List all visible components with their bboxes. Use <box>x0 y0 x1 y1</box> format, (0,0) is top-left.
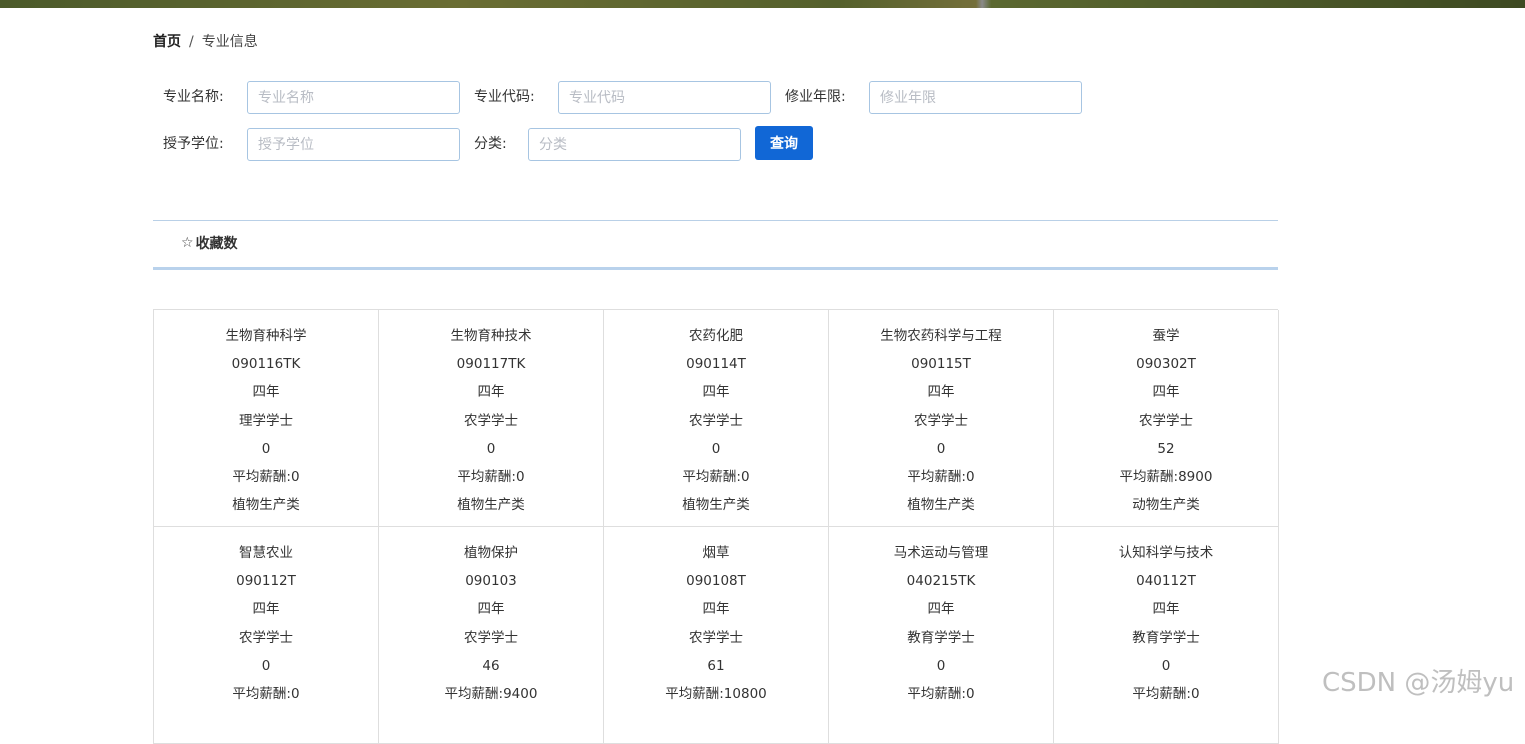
major-duration: 四年 <box>477 601 505 618</box>
major-salary: 平均薪酬:0 <box>232 686 300 703</box>
major-name: 生物育种技术 <box>450 328 532 344</box>
major-degree: 农学学士 <box>464 412 518 429</box>
major-salary: 平均薪酬:9400 <box>444 686 538 703</box>
major-favorites: 0 <box>936 657 946 674</box>
major-salary: 平均薪酬:0 <box>682 469 750 486</box>
major-degree: 农学学士 <box>239 629 293 646</box>
major-degree: 农学学士 <box>689 412 743 429</box>
breadcrumb-home-link[interactable]: 首页 <box>153 32 181 52</box>
major-category: 植物生产类 <box>457 497 525 514</box>
major-duration: 四年 <box>477 384 505 401</box>
major-category: 植物生产类 <box>232 497 300 514</box>
major-duration: 四年 <box>1152 601 1180 618</box>
major-salary: 平均薪酬:0 <box>907 686 975 703</box>
major-name: 马术运动与管理 <box>893 545 989 561</box>
majors-grid: 生物育种科学 090116TK 四年 理学学士 0 平均薪酬:0 植物生产类 生… <box>153 309 1279 744</box>
major-code: 090108T <box>686 573 746 590</box>
major-code: 090112T <box>236 573 296 590</box>
major-salary: 平均薪酬:10800 <box>665 686 767 703</box>
degree-label: 授予学位: <box>163 136 224 152</box>
major-duration: 四年 <box>252 384 280 401</box>
major-card[interactable]: 农药化肥 090114T 四年 农学学士 0 平均薪酬:0 植物生产类 <box>604 310 829 527</box>
major-salary: 平均薪酬:0 <box>232 469 300 486</box>
major-salary: 平均薪酬:8900 <box>1119 469 1213 486</box>
major-card[interactable]: 智慧农业 090112T 四年 农学学士 0 平均薪酬:0 <box>154 527 379 744</box>
major-favorites: 0 <box>261 440 271 457</box>
major-code: 090114T <box>686 356 746 373</box>
major-code: 090117TK <box>456 356 526 373</box>
major-code: 090302T <box>1136 356 1196 373</box>
major-duration: 四年 <box>702 601 730 618</box>
major-code-input[interactable] <box>558 81 771 114</box>
major-salary: 平均薪酬:0 <box>457 469 525 486</box>
major-card[interactable]: 生物育种科学 090116TK 四年 理学学士 0 平均薪酬:0 植物生产类 <box>154 310 379 527</box>
breadcrumb: 首页 / 专业信息 <box>153 32 258 52</box>
major-name: 蚕学 <box>1152 328 1180 344</box>
major-salary: 平均薪酬:0 <box>1132 686 1200 703</box>
major-card[interactable]: 烟草 090108T 四年 农学学士 61 平均薪酬:10800 <box>604 527 829 744</box>
major-code: 040112T <box>1136 573 1196 590</box>
major-degree: 教育学学士 <box>907 629 975 646</box>
major-name: 生物育种科学 <box>225 328 307 344</box>
major-category: 动物生产类 <box>1132 497 1200 514</box>
major-favorites: 0 <box>936 440 946 457</box>
major-duration: 四年 <box>702 384 730 401</box>
major-favorites: 52 <box>1157 440 1175 457</box>
major-degree: 理学学士 <box>239 412 293 429</box>
major-degree: 农学学士 <box>914 412 968 429</box>
degree-input[interactable] <box>247 128 460 161</box>
major-card[interactable]: 马术运动与管理 040215TK 四年 教育学学士 0 平均薪酬:0 <box>829 527 1054 744</box>
sort-bar: ☆ 收藏数 <box>153 220 1278 270</box>
major-name: 生物农药科学与工程 <box>880 328 1002 344</box>
category-input[interactable] <box>528 128 741 161</box>
major-duration: 四年 <box>927 601 955 618</box>
major-name: 农药化肥 <box>689 328 743 344</box>
major-degree: 教育学学士 <box>1132 629 1200 646</box>
duration-input[interactable] <box>869 81 1082 114</box>
category-label: 分类: <box>474 136 507 152</box>
major-favorites: 46 <box>482 657 500 674</box>
major-code: 090116TK <box>231 356 301 373</box>
breadcrumb-current: 专业信息 <box>201 34 258 50</box>
major-duration: 四年 <box>252 601 280 618</box>
major-code: 090115T <box>911 356 971 373</box>
major-card[interactable]: 生物育种技术 090117TK 四年 农学学士 0 平均薪酬:0 植物生产类 <box>379 310 604 527</box>
major-category: 植物生产类 <box>682 497 750 514</box>
header-banner-strip <box>0 0 1525 8</box>
sort-by-favorites[interactable]: ☆ 收藏数 <box>181 233 238 253</box>
duration-label: 修业年限: <box>785 89 846 105</box>
major-name-label: 专业名称: <box>163 89 224 105</box>
major-duration: 四年 <box>927 384 955 401</box>
major-name-input[interactable] <box>247 81 460 114</box>
major-degree: 农学学士 <box>464 629 518 646</box>
major-favorites: 0 <box>1161 657 1171 674</box>
major-code: 040215TK <box>906 573 976 590</box>
major-favorites: 0 <box>711 440 721 457</box>
breadcrumb-separator: / <box>189 34 194 50</box>
csdn-watermark: CSDN @汤姆yu <box>1322 668 1515 698</box>
major-favorites: 0 <box>261 657 271 674</box>
major-degree: 农学学士 <box>689 629 743 646</box>
query-button[interactable]: 查询 <box>755 126 813 160</box>
major-name: 植物保护 <box>464 545 518 561</box>
major-favorites: 61 <box>707 657 725 674</box>
major-degree: 农学学士 <box>1139 412 1193 429</box>
major-card[interactable]: 蚕学 090302T 四年 农学学士 52 平均薪酬:8900 动物生产类 <box>1054 310 1279 527</box>
major-name: 认知科学与技术 <box>1118 545 1214 561</box>
major-name: 智慧农业 <box>239 545 293 561</box>
major-code: 090103 <box>465 573 517 590</box>
major-category: 植物生产类 <box>907 497 975 514</box>
star-icon: ☆ <box>181 235 194 251</box>
major-card[interactable]: 认知科学与技术 040112T 四年 教育学学士 0 平均薪酬:0 <box>1054 527 1279 744</box>
sort-favorites-label: 收藏数 <box>195 236 238 252</box>
major-card[interactable]: 植物保护 090103 四年 农学学士 46 平均薪酬:9400 <box>379 527 604 744</box>
major-card[interactable]: 生物农药科学与工程 090115T 四年 农学学士 0 平均薪酬:0 植物生产类 <box>829 310 1054 527</box>
major-duration: 四年 <box>1152 384 1180 401</box>
major-code-label: 专业代码: <box>474 89 535 105</box>
major-salary: 平均薪酬:0 <box>907 469 975 486</box>
major-name: 烟草 <box>702 545 730 561</box>
major-favorites: 0 <box>486 440 496 457</box>
